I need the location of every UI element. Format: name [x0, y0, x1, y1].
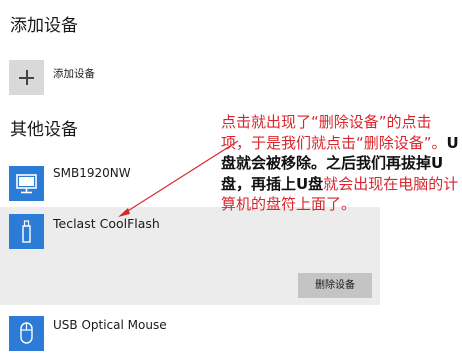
- annotation-text: 点击就出现了“删除设备”的点击项，于是我们就点击“删除设备”。U盘就会被移除。之…: [221, 112, 459, 215]
- annotation-part-1: 点击就出现了“删除设备”的点击项，于是我们就点击“删除设备”。: [221, 113, 447, 152]
